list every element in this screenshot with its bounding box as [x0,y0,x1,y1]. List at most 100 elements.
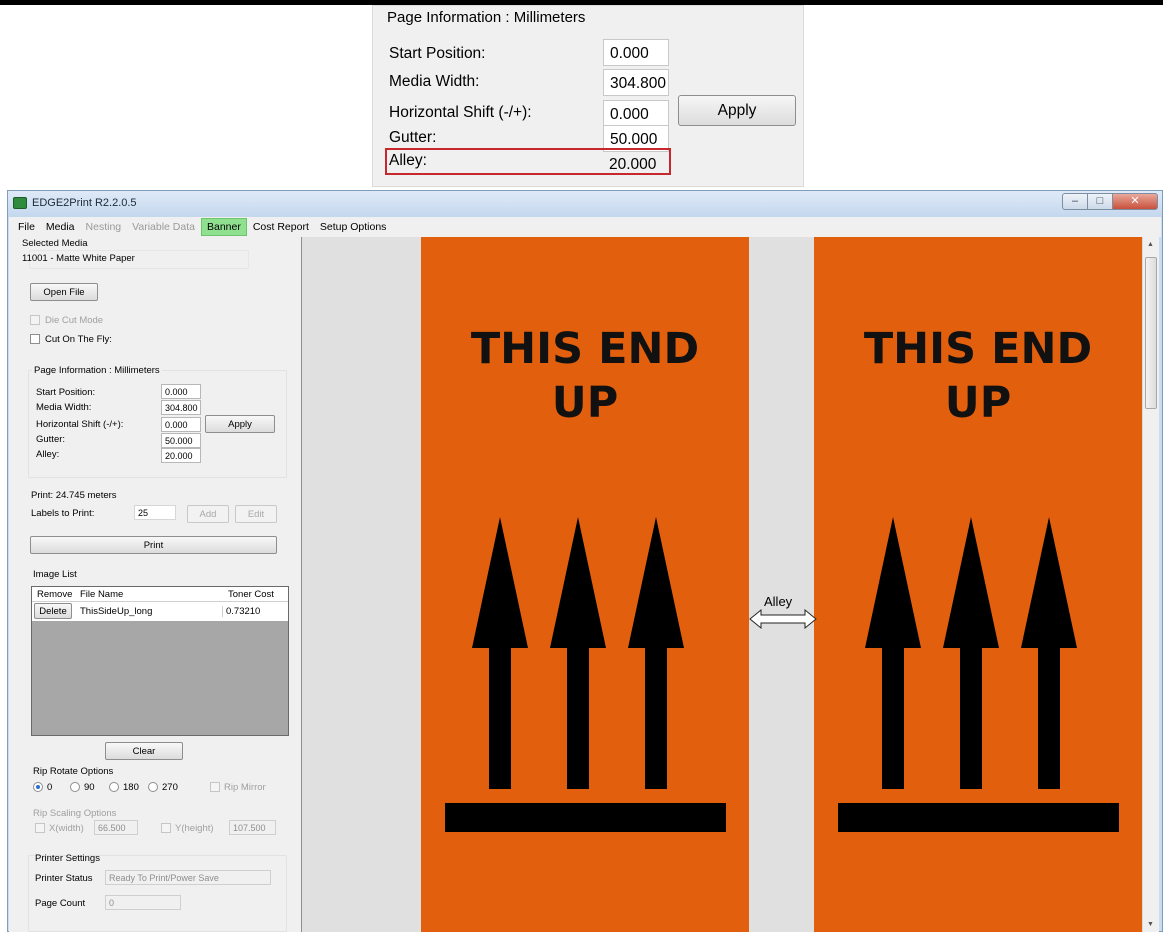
image-list-table: Remove File Name Toner Cost Delete ThisS… [31,586,289,736]
scroll-up-icon[interactable]: ▲ [1147,241,1154,248]
inset-start-position-label: Start Position: [389,45,486,62]
labels-to-print-field[interactable]: 25 [134,505,176,520]
up-arrows-icon [472,517,684,789]
col-file-name-header: File Name [80,589,124,600]
x-width-checkbox[interactable] [35,823,45,833]
toner-cost-cell: 0.73210 [222,606,260,617]
menu-cost-report[interactable]: Cost Report [248,219,314,235]
add-button[interactable]: Add [187,505,229,523]
alley-field[interactable]: 20.000 [161,448,201,463]
title-bar: EDGE2Print R2.2.0.5 – □ ✕ [8,191,1162,217]
x-width-field[interactable]: 66.500 [94,820,138,835]
rip-scaling-title: Rip Scaling Options [33,808,117,819]
inset-apply-button[interactable]: Apply [678,95,796,126]
table-row[interactable]: Delete ThisSideUp_long 0.73210 [32,602,288,621]
rip-mirror-label: Rip Mirror [224,782,266,793]
file-name-cell: ThisSideUp_long [80,606,153,617]
scroll-down-icon[interactable]: ▼ [1147,921,1154,928]
print-button[interactable]: Print [30,536,277,554]
cut-on-the-fly-label: Cut On The Fly: [45,334,112,345]
printer-settings-group [28,855,287,932]
menu-media[interactable]: Media [41,219,80,235]
label-base-bar-2 [838,803,1119,832]
menu-bar: File Media Nesting Variable Data Banner … [9,217,1161,237]
alley-annotation: Alley [764,594,793,609]
die-cut-mode-label: Die Cut Mode [45,315,104,326]
apply-button[interactable]: Apply [205,415,275,433]
menu-banner[interactable]: Banner [200,218,247,236]
gutter-label: Gutter: [36,434,66,445]
app-window: EDGE2Print R2.2.0.5 – □ ✕ File Media Nes… [7,190,1163,932]
start-position-label: Start Position: [36,387,96,398]
inset-alley-label: Alley: [389,152,427,169]
app-icon [13,197,27,209]
window-title: EDGE2Print R2.2.0.5 [32,197,137,209]
cut-on-the-fly-checkbox[interactable] [30,334,40,344]
printer-status-label: Printer Status [35,873,93,884]
close-button[interactable]: ✕ [1112,193,1158,210]
menu-setup-options[interactable]: Setup Options [315,219,392,235]
y-height-label: Y(height) [175,823,214,834]
menu-file[interactable]: File [13,219,40,235]
rip-mirror-checkbox[interactable] [210,782,220,792]
alley-label: Alley: [36,449,60,460]
up-arrows-icon [865,517,1077,789]
horizontal-shift-label: Horizontal Shift (-/+): [36,419,124,430]
minimize-button[interactable]: – [1062,193,1088,210]
rotate-180-radio[interactable] [109,782,119,792]
y-height-field[interactable]: 107.500 [229,820,276,835]
labels-to-print-label: Labels to Print: [31,508,95,519]
rotate-90-label: 90 [84,782,95,793]
left-panel: Selected Media 11001 - Matte White Paper… [9,237,301,932]
start-position-field[interactable]: 0.000 [161,384,201,399]
page-count-field[interactable]: 0 [105,895,181,910]
rotate-180-label: 180 [123,782,139,793]
preview-canvas[interactable]: THIS END UP THIS END UP Alley [301,237,1142,932]
double-arrow-icon [749,608,817,630]
inset-alley-field[interactable]: 20.000 [603,151,669,178]
scrollbar-thumb[interactable] [1145,257,1157,409]
col-remove-header: Remove [37,589,73,600]
print-length-text: Print: 24.745 meters [31,490,117,501]
inset-title: Page Information : Millimeters [385,9,588,26]
inset-start-position-field[interactable]: 0.000 [603,39,669,66]
edit-button[interactable]: Edit [235,505,277,523]
y-height-checkbox[interactable] [161,823,171,833]
rotate-0-label: 0 [47,782,53,793]
inset-media-width-label: Media Width: [389,73,480,90]
rotate-0-radio[interactable] [33,782,43,792]
page-info-title: Page Information : Millimeters [32,365,162,376]
vertical-scrollbar[interactable]: ▲ ▼ [1142,237,1159,932]
inset-horizontal-shift-field[interactable]: 0.000 [603,100,669,127]
page-count-label: Page Count [35,898,86,909]
image-list-title: Image List [33,569,77,580]
col-toner-cost-header: Toner Cost [228,589,274,600]
inset-horizontal-shift-label: Horizontal Shift (-/+): [389,104,532,121]
media-width-field[interactable]: 304.800 [161,400,201,415]
inset-media-width-field[interactable]: 304.800 [603,69,669,96]
x-width-label: X(width) [49,823,84,834]
media-width-label: Media Width: [36,402,92,413]
open-file-button[interactable]: Open File [30,283,98,301]
rotate-270-radio[interactable] [148,782,158,792]
label-base-bar-1 [445,803,726,832]
printer-status-field[interactable]: Ready To Print/Power Save [105,870,271,885]
printer-settings-title: Printer Settings [35,853,100,864]
selected-media-label: Selected Media [22,238,88,249]
horizontal-shift-field[interactable]: 0.000 [161,417,201,432]
rotate-90-radio[interactable] [70,782,80,792]
image-list-header: Remove File Name Toner Cost [32,587,288,602]
menu-nesting[interactable]: Nesting [81,219,127,235]
inset-gutter-label: Gutter: [389,129,437,146]
label-preview-2: THIS END UP [814,237,1142,932]
maximize-button[interactable]: □ [1087,193,1113,210]
rip-rotate-title: Rip Rotate Options [33,766,114,777]
clear-button[interactable]: Clear [105,742,183,760]
rotate-270-label: 270 [162,782,178,793]
window-controls: – □ ✕ [1062,193,1158,210]
selected-media-value: 11001 - Matte White Paper [22,253,135,264]
die-cut-mode-checkbox[interactable] [30,315,40,325]
delete-button[interactable]: Delete [34,603,72,619]
menu-variable-data[interactable]: Variable Data [127,219,200,235]
gutter-field[interactable]: 50.000 [161,433,201,448]
